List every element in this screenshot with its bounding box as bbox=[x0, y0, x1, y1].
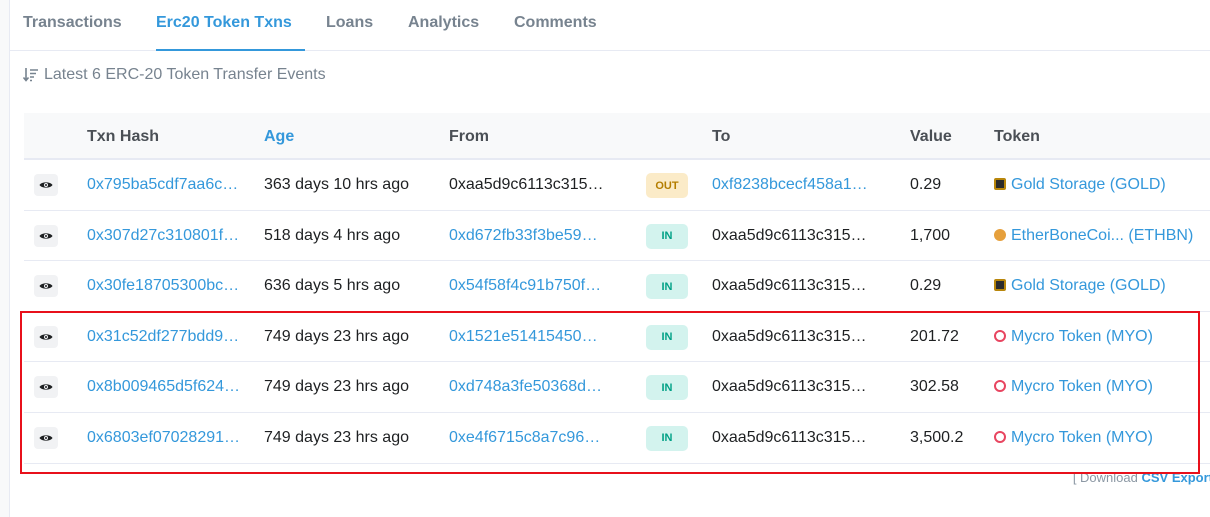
tab-loans[interactable]: Loans bbox=[326, 0, 373, 51]
to-address: 0xaa5d9c6113c315… bbox=[712, 226, 867, 244]
view-details-button[interactable] bbox=[34, 325, 58, 348]
tab-bar: Transactions Erc20 Token Txns Loans Anal… bbox=[10, 0, 1210, 51]
mycro-icon bbox=[994, 329, 1006, 342]
tab-transactions[interactable]: Transactions bbox=[23, 0, 122, 51]
view-details-button[interactable] bbox=[34, 376, 58, 399]
token-link[interactable]: Gold Storage (GOLD) bbox=[1011, 277, 1166, 294]
table-row: 0x6803ef07028291… 749 days 23 hrs ago 0x… bbox=[24, 413, 1210, 464]
header-token: Token bbox=[994, 128, 1040, 145]
eye-icon bbox=[39, 232, 53, 239]
token-transfers-table: Txn Hash Age From To Value Token 0x795ba… bbox=[24, 113, 1210, 464]
token-link[interactable]: Mycro Token (MYO) bbox=[1011, 429, 1153, 446]
token-cell: Gold Storage (GOLD) bbox=[994, 261, 1166, 311]
csv-download: [ Download CSV Export bbox=[1073, 470, 1210, 485]
token-cell: EtherBoneCoi... (ETHBN) bbox=[994, 211, 1193, 261]
mycro-icon bbox=[994, 430, 1006, 443]
direction-badge-in: IN bbox=[646, 324, 688, 350]
txn-hash-link[interactable]: 0x795ba5cdf7aa6c… bbox=[87, 160, 242, 210]
age-cell: 363 days 10 hrs ago bbox=[264, 176, 409, 193]
header-age[interactable]: Age bbox=[264, 113, 294, 160]
mycro-icon bbox=[994, 380, 1006, 393]
tab-analytics[interactable]: Analytics bbox=[408, 0, 479, 51]
eye-icon bbox=[39, 384, 53, 390]
token-cell: Mycro Token (MYO) bbox=[994, 362, 1153, 412]
to-address: 0xaa5d9c6113c315… bbox=[712, 327, 867, 345]
token-cell: Mycro Token (MYO) bbox=[994, 312, 1153, 362]
table-header: Txn Hash Age From To Value Token bbox=[24, 113, 1210, 160]
csv-export-link[interactable]: CSV Export bbox=[1141, 470, 1210, 485]
sort-amount-down-icon bbox=[23, 68, 38, 82]
age-cell: 749 days 23 hrs ago bbox=[264, 428, 409, 446]
txn-hash-link[interactable]: 0x8b009465d5f624… bbox=[87, 362, 242, 412]
txn-hash-link[interactable]: 0x307d27c310801f… bbox=[87, 211, 242, 261]
from-address-link[interactable]: 0x1521e51415450… bbox=[449, 312, 609, 362]
eye-icon bbox=[39, 435, 53, 441]
direction-badge-out: OUT bbox=[646, 173, 688, 198]
token-link[interactable]: Mycro Token (MYO) bbox=[1011, 328, 1153, 345]
value-cell: 1,700 bbox=[910, 226, 951, 244]
from-address-link[interactable]: 0xd748a3fe50368d… bbox=[449, 362, 609, 412]
direction-badge-in: IN bbox=[646, 223, 688, 249]
header-to: To bbox=[712, 128, 731, 145]
token-txns-card: Transactions Erc20 Token Txns Loans Anal… bbox=[9, 0, 1210, 517]
header-from: From bbox=[449, 128, 489, 145]
table-row: 0x307d27c310801f… 518 days 4 hrs ago 0xd… bbox=[24, 211, 1210, 262]
direction-badge-in: IN bbox=[646, 274, 688, 300]
table-row: 0x8b009465d5f624… 749 days 23 hrs ago 0x… bbox=[24, 362, 1210, 413]
table-row: 0x30fe18705300bc… 636 days 5 hrs ago 0x5… bbox=[24, 261, 1210, 312]
from-address-link[interactable]: 0xd672fb33f3be59… bbox=[449, 211, 609, 261]
view-details-button[interactable] bbox=[34, 174, 58, 196]
view-details-button[interactable] bbox=[34, 224, 58, 247]
gold-storage-icon bbox=[994, 279, 1006, 292]
token-cell: Mycro Token (MYO) bbox=[994, 413, 1153, 463]
age-cell: 749 days 23 hrs ago bbox=[264, 378, 409, 396]
to-address-link[interactable]: 0xf8238bcecf458a1… bbox=[712, 160, 872, 210]
to-address: 0xaa5d9c6113c315… bbox=[712, 277, 867, 295]
age-cell: 636 days 5 hrs ago bbox=[264, 277, 401, 295]
etherbone-icon bbox=[994, 228, 1006, 241]
eye-icon bbox=[39, 283, 53, 289]
view-details-button[interactable] bbox=[34, 426, 58, 449]
tab-erc20-label: Erc20 Token Txns bbox=[156, 14, 292, 31]
summary-text: Latest 6 ERC-20 Token Transfer Events bbox=[44, 66, 326, 83]
from-address-link[interactable]: 0x54f58f4c91b750f… bbox=[449, 261, 609, 311]
direction-badge-in: IN bbox=[646, 375, 688, 401]
age-cell: 518 days 4 hrs ago bbox=[264, 226, 401, 244]
age-cell: 749 days 23 hrs ago bbox=[264, 327, 409, 345]
view-details-button[interactable] bbox=[34, 275, 58, 298]
txn-hash-link[interactable]: 0x31c52df277bdd9… bbox=[87, 312, 242, 362]
to-address: 0xaa5d9c6113c315… bbox=[712, 378, 867, 396]
direction-badge-in: IN bbox=[646, 425, 688, 451]
from-address-link[interactable]: 0xe4f6715c8a7c96… bbox=[449, 413, 609, 463]
token-cell: Gold Storage (GOLD) bbox=[994, 160, 1166, 210]
eye-icon bbox=[39, 334, 53, 340]
value-cell: 3,500.2 bbox=[910, 428, 964, 446]
to-address: 0xaa5d9c6113c315… bbox=[712, 428, 867, 446]
value-cell: 302.58 bbox=[910, 378, 959, 396]
txn-hash-link[interactable]: 0x6803ef07028291… bbox=[87, 413, 242, 463]
token-link[interactable]: Mycro Token (MYO) bbox=[1011, 378, 1153, 395]
download-prefix: [ Download bbox=[1072, 470, 1138, 485]
gold-storage-icon bbox=[994, 178, 1006, 190]
value-cell: 0.29 bbox=[910, 277, 942, 295]
from-address: 0xaa5d9c6113c315… bbox=[449, 176, 604, 193]
value-cell: 0.29 bbox=[910, 176, 942, 193]
token-link[interactable]: EtherBoneCoi... (ETHBN) bbox=[1011, 227, 1193, 244]
eye-icon bbox=[39, 182, 53, 188]
header-txn-hash: Txn Hash bbox=[87, 128, 160, 145]
value-cell: 201.72 bbox=[910, 327, 959, 345]
summary-line: Latest 6 ERC-20 Token Transfer Events bbox=[23, 66, 326, 84]
table-row: 0x31c52df277bdd9… 749 days 23 hrs ago 0x… bbox=[24, 312, 1210, 363]
tab-comments[interactable]: Comments bbox=[514, 0, 597, 51]
table-row: 0x795ba5cdf7aa6c… 363 days 10 hrs ago 0x… bbox=[24, 160, 1210, 211]
tab-erc20-token-txns[interactable]: Erc20 Token Txns bbox=[156, 0, 305, 51]
txn-hash-link[interactable]: 0x30fe18705300bc… bbox=[87, 261, 242, 311]
token-link[interactable]: Gold Storage (GOLD) bbox=[1011, 176, 1166, 193]
header-value: Value bbox=[910, 128, 952, 145]
